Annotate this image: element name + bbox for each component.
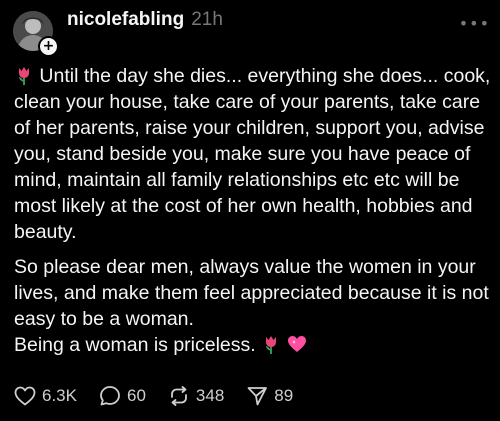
sparkling-heart-emoji: [287, 336, 306, 352]
post-header: nicolefabling 21h: [67, 9, 223, 39]
comment-bubble-icon: [100, 386, 120, 406]
like-button[interactable]: 6.3K: [14, 386, 77, 406]
post-paragraph: So please dear men, always value the wom…: [14, 254, 494, 358]
repost-button[interactable]: 348: [168, 385, 224, 407]
share-count: 89: [274, 386, 294, 405]
post-body: Until the day she dies... everything she…: [14, 63, 494, 358]
paragraph-text: So please dear men, always value the wom…: [14, 256, 489, 330]
tulip-emoji: [19, 67, 29, 85]
heart-icon: [14, 386, 36, 406]
paragraph-text: Until the day she dies... everything she…: [14, 65, 491, 243]
send-icon: [247, 387, 268, 406]
like-count: 6.3K: [42, 386, 77, 405]
share-button[interactable]: 89: [246, 385, 293, 407]
post-paragraph: Until the day she dies... everything she…: [14, 63, 494, 245]
tulip-emoji: [266, 336, 277, 354]
author-username[interactable]: nicolefabling: [67, 9, 184, 31]
repost-icon: [171, 386, 187, 406]
post-timestamp: 21h: [191, 9, 223, 30]
thread-post: + nicolefabling 21h ••• Until the day sh…: [0, 0, 500, 421]
follow-plus-icon[interactable]: +: [38, 36, 59, 57]
reply-count: 60: [126, 386, 146, 405]
avatar-container[interactable]: +: [13, 11, 59, 57]
paragraph-text: Being a woman is priceless.: [14, 334, 256, 356]
more-options-icon[interactable]: •••: [459, 14, 490, 33]
action-bar: 6.3K 60 348 89: [14, 384, 315, 408]
reply-button[interactable]: 60: [99, 385, 146, 407]
repost-count: 348: [195, 386, 225, 405]
